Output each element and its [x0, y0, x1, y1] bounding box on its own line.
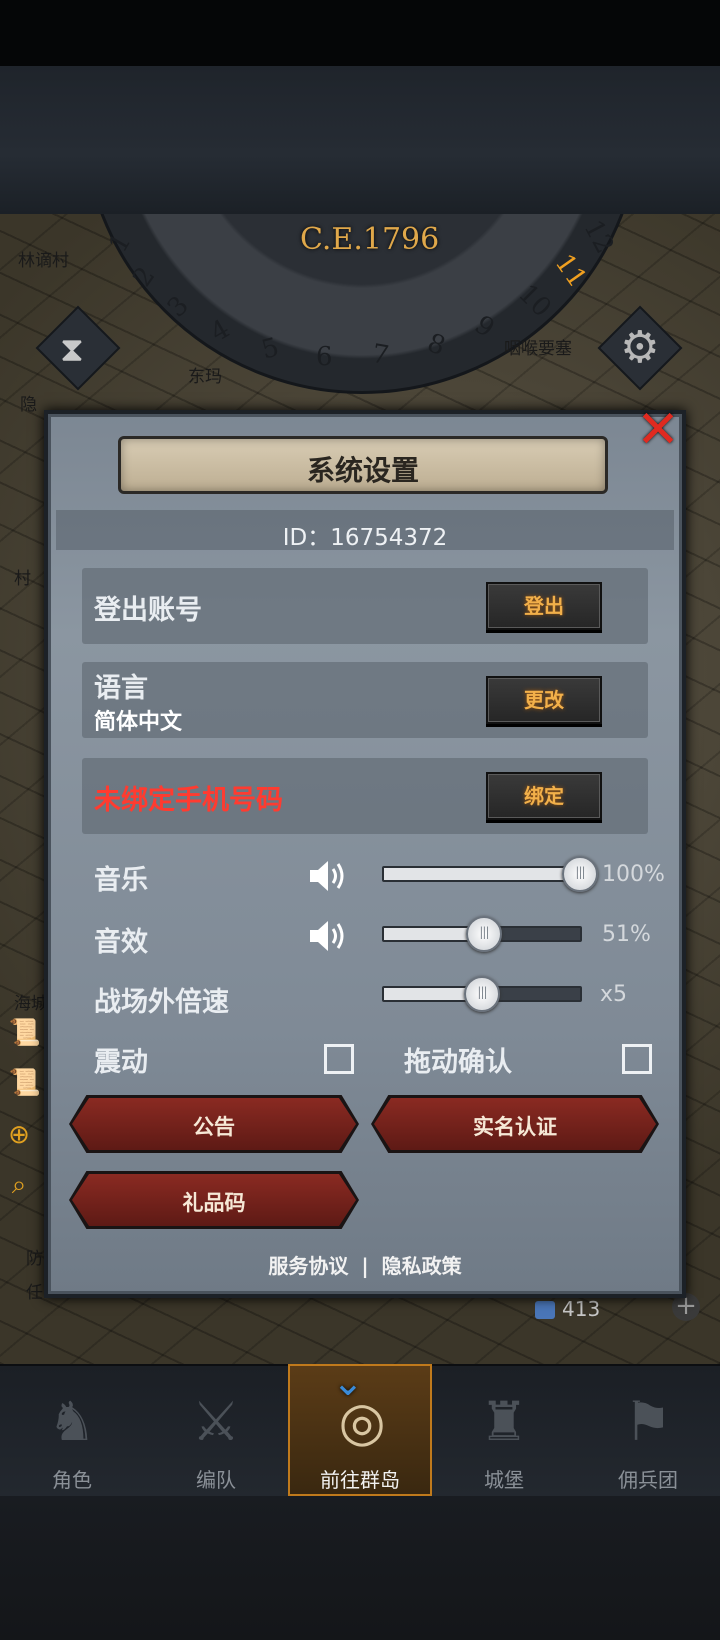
nav-item-formation[interactable]: ⚔ 编队 — [144, 1366, 288, 1498]
battle-speed-label: 战场外倍速 — [94, 987, 229, 1018]
status-bar — [0, 0, 720, 66]
calendar-year: C.E.1796 — [300, 222, 440, 257]
music-label: 音乐 — [94, 865, 148, 896]
nav-label: 角色 — [52, 1468, 92, 1492]
nav-label: 佣兵团 — [618, 1468, 678, 1492]
music-slider-fill — [384, 868, 580, 880]
dial-number: 6 — [316, 342, 333, 372]
battle-speed-slider[interactable] — [382, 976, 582, 1012]
real-name-verify-label: 实名认证 — [473, 1115, 557, 1139]
nav-item-mercenaries[interactable]: ⚑ 佣兵团 — [576, 1366, 720, 1498]
nav-item-castle[interactable]: ♜ 城堡 — [432, 1366, 576, 1498]
drag-confirm-checkbox[interactable] — [622, 1044, 652, 1074]
vibration-label: 震动 — [94, 1047, 148, 1078]
map-label: 村 — [14, 569, 31, 589]
sfx-label: 音效 — [94, 927, 148, 958]
real-name-verify-button[interactable]: 实名认证 — [371, 1095, 659, 1153]
compass-icon[interactable]: ⊕ — [2, 1118, 36, 1152]
music-slider[interactable] — [382, 856, 598, 892]
speaker-icon[interactable] — [308, 856, 352, 896]
privacy-policy-link[interactable]: 隐私政策 — [382, 1254, 462, 1278]
phone-unbound-label: 未绑定手机号码 — [94, 785, 283, 816]
language-row: 语言 简体中文 更改 — [82, 662, 648, 738]
language-label: 语言 — [94, 673, 148, 704]
map-label: 海城 — [14, 994, 48, 1014]
gear-icon[interactable]: ⚙ — [620, 322, 659, 373]
change-language-button[interactable]: 更改 — [486, 676, 602, 724]
bottom-area — [0, 1496, 720, 1640]
logout-label: 登出账号 — [94, 595, 202, 626]
player-id-bar: ID：16754372 — [56, 510, 674, 551]
formation-icon: ⚔ — [191, 1390, 241, 1453]
nav-item-character[interactable]: ♞ 角色 — [0, 1366, 144, 1498]
speaker-icon[interactable] — [308, 916, 352, 956]
sfx-slider-thumb[interactable] — [465, 916, 502, 952]
battle-speed-slider-thumb[interactable] — [464, 976, 500, 1012]
nav-label: 前往群岛 — [320, 1468, 400, 1492]
language-value: 简体中文 — [94, 710, 183, 735]
logout-row: 登出账号 登出 — [82, 568, 648, 644]
resource-count: 413 — [562, 1297, 601, 1321]
notice-button[interactable]: 公告 — [69, 1095, 359, 1153]
music-value: 100% — [602, 862, 665, 887]
map-label: 东玛 — [188, 367, 222, 387]
dialog-title-plate: 系统设置 — [118, 436, 608, 494]
dialog-title: 系统设置 — [306, 454, 419, 487]
mercenary-banner-icon: ⚑ — [623, 1390, 673, 1453]
castle-icon: ♜ — [479, 1390, 529, 1453]
service-agreement-link[interactable]: 服务协议 — [268, 1254, 348, 1278]
sfx-value: 51% — [602, 922, 651, 947]
top-band — [0, 66, 720, 214]
scroll-icon[interactable]: 📜 — [8, 1016, 42, 1050]
player-id: ID：16754372 — [282, 525, 448, 551]
link-separator: | — [361, 1254, 369, 1278]
nav-label: 城堡 — [484, 1468, 524, 1492]
map-label: 任 — [26, 1283, 43, 1303]
nav-label: 编队 — [196, 1468, 236, 1492]
footer-links: 服务协议 | 隐私政策 — [0, 1250, 720, 1279]
knight-helmet-icon: ♞ — [47, 1390, 97, 1453]
quest-scroll-icon[interactable]: 📜 — [8, 1066, 42, 1100]
gift-code-label: 礼品码 — [182, 1191, 246, 1215]
map-label: 林谪村 — [18, 251, 69, 271]
bind-phone-button[interactable]: 绑定 — [486, 772, 602, 820]
chevron-down-icon: ⌄ — [332, 1360, 364, 1404]
vibration-checkbox[interactable] — [324, 1044, 354, 1074]
phone-binding-row: 未绑定手机号码 绑定 — [82, 758, 648, 834]
logout-button[interactable]: 登出 — [486, 582, 602, 630]
search-icon[interactable]: ⌕ — [2, 1168, 36, 1202]
crystal-icon — [535, 1301, 555, 1319]
map-label: 隐 — [20, 395, 37, 415]
music-slider-thumb[interactable] — [562, 856, 598, 892]
sfx-slider[interactable] — [382, 916, 582, 952]
hourglass-icon[interactable]: ⧗ — [60, 330, 84, 370]
drag-confirm-label: 拖动确认 — [404, 1047, 512, 1078]
close-icon[interactable]: ✕ — [630, 404, 686, 460]
gift-code-button[interactable]: 礼品码 — [69, 1171, 359, 1229]
battle-speed-value: x5 — [600, 982, 628, 1007]
map-label: 咽喉要塞 — [504, 339, 572, 359]
notice-button-label: 公告 — [193, 1115, 235, 1139]
